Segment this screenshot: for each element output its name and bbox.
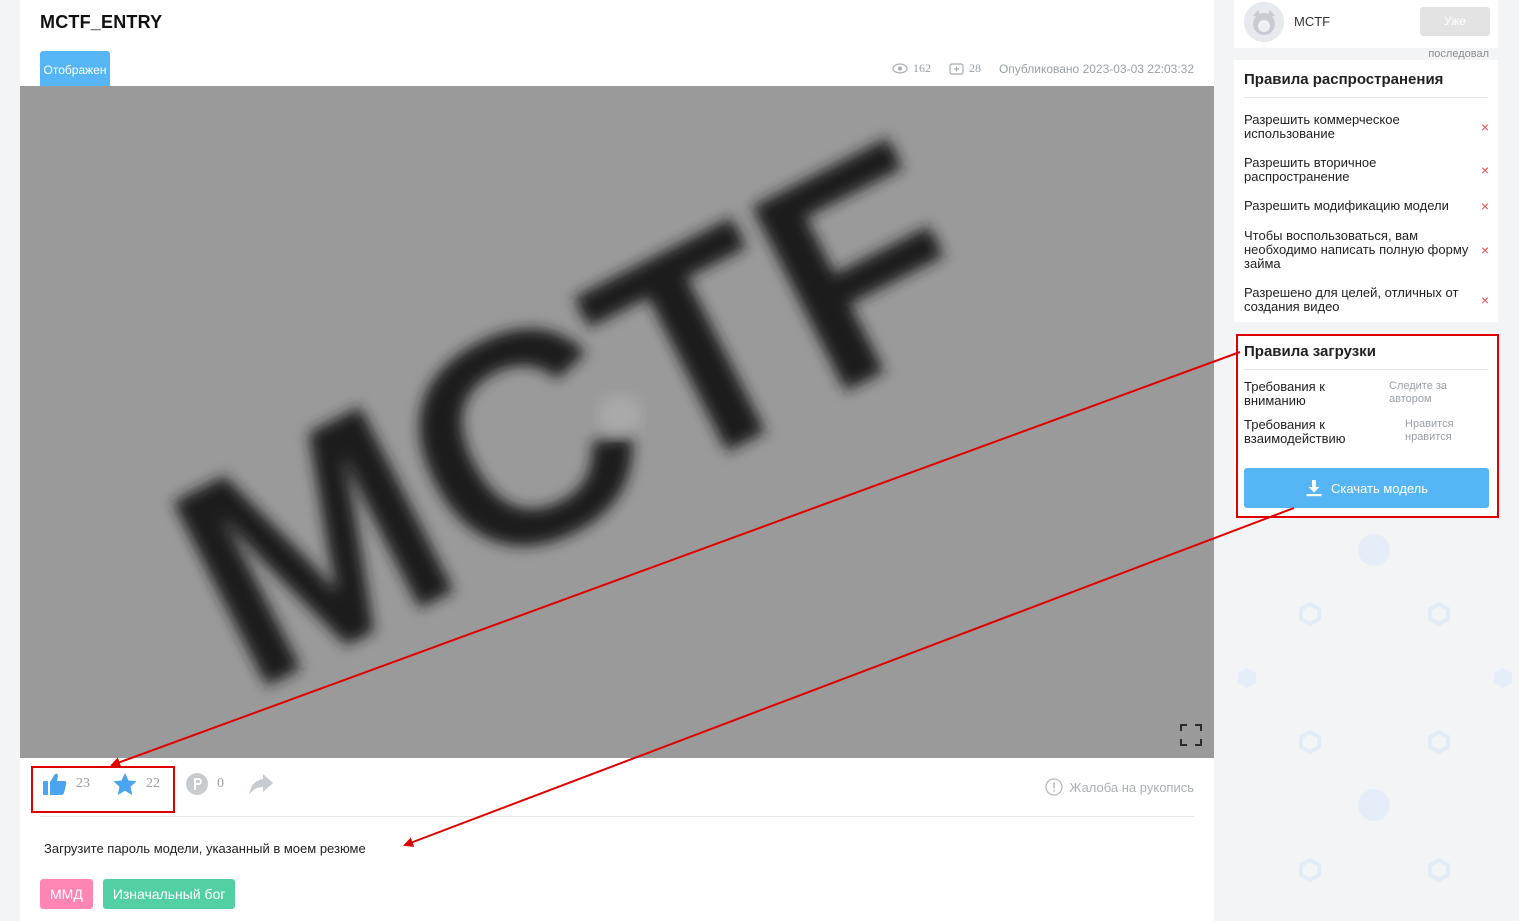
follow-button[interactable]: Уже <box>1420 7 1490 36</box>
comment-icon <box>949 62 964 75</box>
rule-row: Разрешить коммерческое использование × <box>1244 112 1489 141</box>
background-pattern <box>1238 534 1512 883</box>
warning-icon <box>1045 778 1064 796</box>
star-icon <box>113 773 137 795</box>
deny-icon: × <box>1480 242 1489 258</box>
favorite-button[interactable]: 22 <box>112 772 160 796</box>
svg-text:MCTF: MCTF <box>125 86 1020 752</box>
deny-icon: × <box>1480 162 1489 178</box>
report-button[interactable]: Жалоба на рукопись <box>1045 778 1194 796</box>
rule-row: Чтобы воспользоваться, вам необходимо на… <box>1244 228 1489 271</box>
distribution-rules-title: Правила распространения <box>1244 71 1488 98</box>
points-icon <box>186 773 208 795</box>
preview-watermark: MCTF <box>125 86 1020 752</box>
author-card: MCTF Уже последовал <box>1234 0 1498 60</box>
avatar[interactable] <box>1244 2 1284 42</box>
tag-genshin[interactable]: Изначальный бог <box>102 879 236 909</box>
upload-rules: Правила загрузки Требования к вниманию С… <box>1234 336 1498 518</box>
like-button[interactable]: 23 <box>42 772 90 796</box>
share-button[interactable] <box>248 772 274 796</box>
deny-icon: × <box>1480 198 1489 214</box>
download-button[interactable]: Скачать модель <box>1244 468 1489 508</box>
points-button[interactable]: 0 <box>185 772 224 796</box>
views-count: 162 <box>892 61 931 76</box>
description: Загрузите пароль модели, указанный в мое… <box>44 841 366 856</box>
avatar-icon <box>1244 2 1284 42</box>
distribution-rules: Правила распространения Разрешить коммер… <box>1234 60 1498 322</box>
follow-note: последовал <box>1428 48 1489 60</box>
rule-row: Разрешить модификацию модели × <box>1244 198 1489 214</box>
page-title: MCTF_ENTRY <box>40 12 163 32</box>
thumbs-up-icon <box>43 773 67 795</box>
deny-icon: × <box>1480 119 1489 135</box>
post-meta: 162 28 Опубликовано 2023-03-03 22:03:32 <box>892 61 1194 76</box>
comments-count: 28 <box>949 61 981 76</box>
upload-rules-title: Правила загрузки <box>1244 343 1488 370</box>
eye-icon <box>892 63 908 74</box>
action-bar: 23 22 0 Жалоба на рукопись <box>20 772 1214 804</box>
rule-row: Разрешено для целей, отличных от создани… <box>1244 285 1489 314</box>
tag-mmd[interactable]: ММД <box>40 879 93 909</box>
share-icon <box>249 774 273 795</box>
main-content: MCTF_ENTRY Отображен 162 28 Опубликовано… <box>20 0 1214 921</box>
rule-row: Разрешить вторичное распространение × <box>1244 155 1489 184</box>
deny-icon: × <box>1480 292 1489 308</box>
tag-list: ММД Изначальный бог <box>40 879 236 909</box>
download-icon <box>1306 480 1322 497</box>
published-date: Опубликовано 2023-03-03 22:03:32 <box>998 61 1194 76</box>
divider <box>40 816 1194 817</box>
status-chip[interactable]: Отображен <box>40 51 110 86</box>
author-name[interactable]: MCTF <box>1294 14 1330 29</box>
model-preview[interactable]: MCTF <box>20 86 1214 758</box>
fullscreen-icon[interactable] <box>1180 724 1202 746</box>
